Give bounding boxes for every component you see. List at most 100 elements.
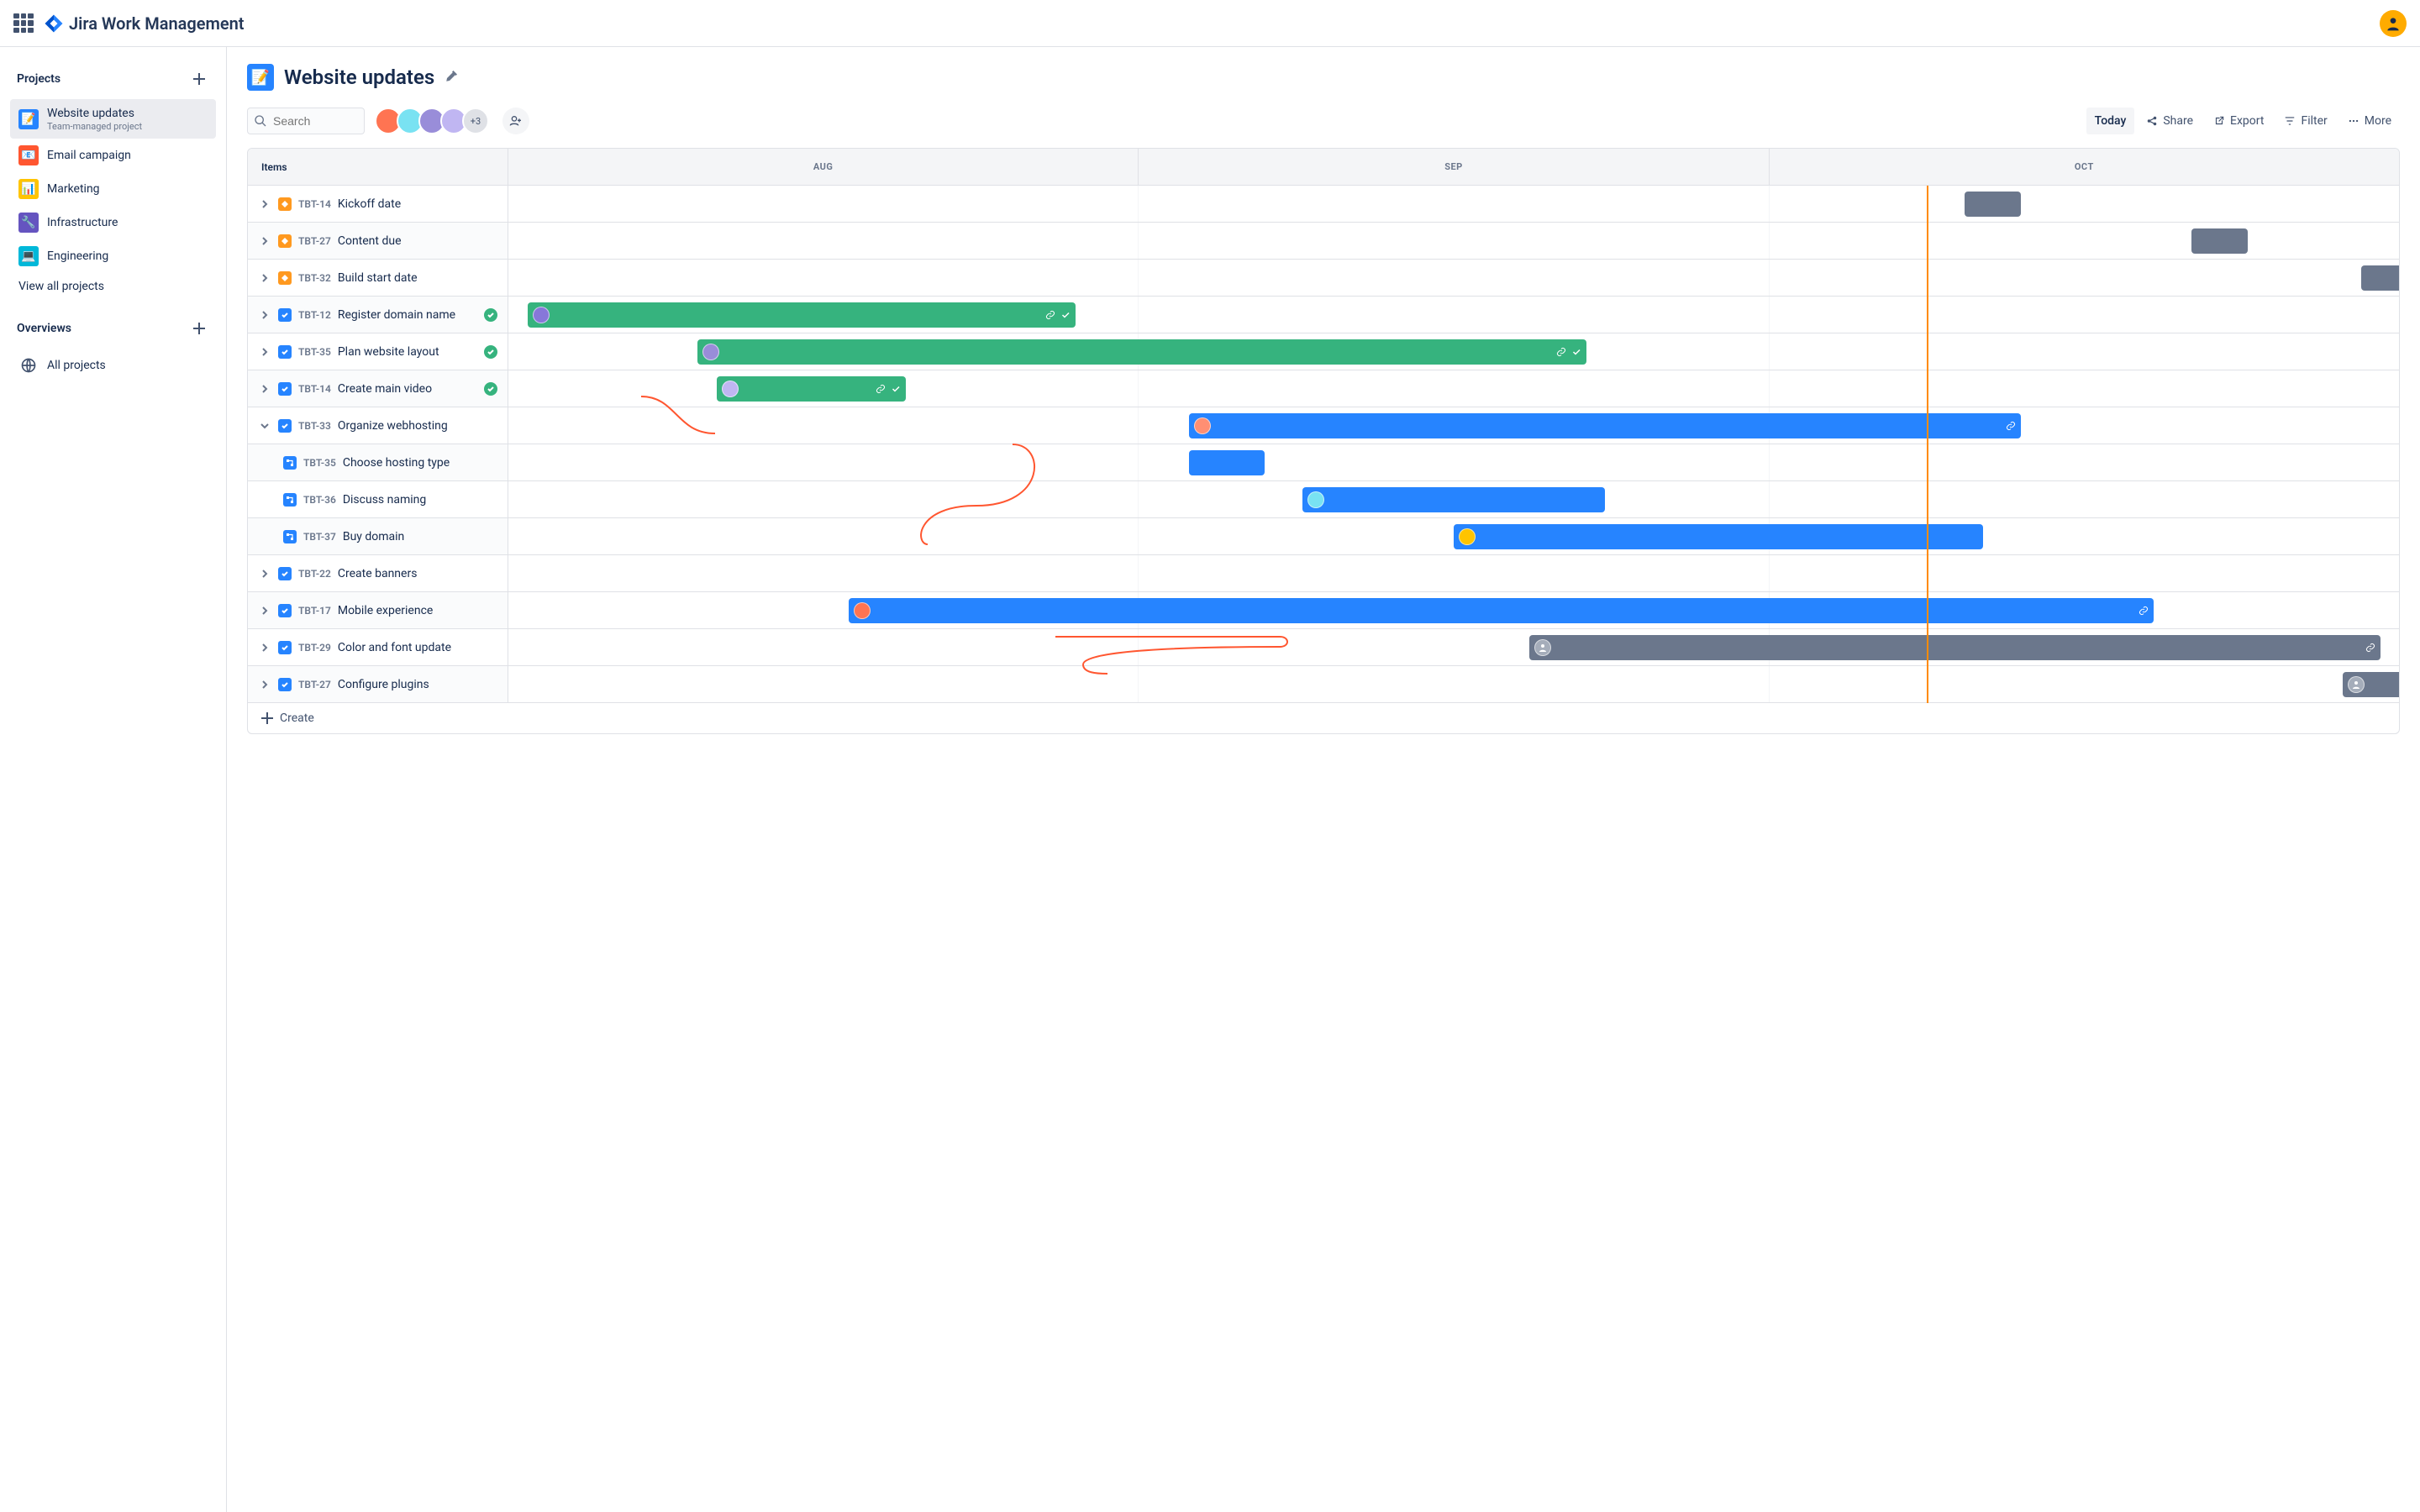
expand-toggle[interactable] — [258, 311, 271, 319]
issue-key[interactable]: TBT-37 — [303, 531, 336, 543]
more-button[interactable]: More — [2339, 108, 2400, 134]
issue-summary[interactable]: Plan website layout — [338, 345, 439, 359]
issue-summary[interactable]: Color and font update — [338, 641, 451, 654]
timeline-bar[interactable] — [528, 302, 1076, 328]
filter-button[interactable]: Filter — [2275, 108, 2335, 134]
timeline-chart-cell[interactable] — [508, 481, 2399, 517]
timeline-item-cell[interactable]: TBT-29 Color and font update — [248, 629, 508, 665]
timeline-chart-cell[interactable] — [508, 629, 2399, 665]
timeline-chart-cell[interactable] — [508, 444, 2399, 480]
issue-summary[interactable]: Mobile experience — [338, 604, 433, 617]
sidebar-item[interactable]: 💻 Engineering — [10, 239, 216, 273]
timeline-item-cell[interactable]: TBT-32 Build start date — [248, 260, 508, 296]
expand-toggle[interactable] — [258, 237, 271, 245]
expand-toggle[interactable] — [258, 570, 271, 578]
issue-key[interactable]: TBT-27 — [298, 235, 331, 247]
issue-key[interactable]: TBT-22 — [298, 568, 331, 580]
timeline-bar[interactable] — [717, 376, 906, 402]
timeline-chart-cell[interactable] — [508, 186, 2399, 222]
issue-key[interactable]: TBT-35 — [298, 346, 331, 358]
timeline-item-cell[interactable]: TBT-14 Kickoff date — [248, 186, 508, 222]
timeline-chart-cell[interactable] — [508, 260, 2399, 296]
timeline-chart-cell[interactable] — [508, 297, 2399, 333]
expand-toggle[interactable] — [258, 422, 271, 430]
assignee-filter-avatars[interactable]: +3 — [375, 108, 489, 134]
app-logo[interactable]: Jira Work Management — [44, 13, 245, 34]
issue-key[interactable]: TBT-27 — [298, 679, 331, 690]
app-switcher-icon[interactable] — [13, 13, 34, 34]
timeline-bar[interactable] — [2343, 672, 2401, 697]
issue-summary[interactable]: Create main video — [338, 382, 432, 396]
sidebar-item[interactable]: 📝 Website updatesTeam-managed project — [10, 99, 216, 139]
timeline-item-cell[interactable]: TBT-35 Choose hosting type — [248, 444, 508, 480]
timeline-bar[interactable] — [1965, 192, 2022, 217]
expand-toggle[interactable] — [258, 385, 271, 393]
timeline-item-cell[interactable]: TBT-35 Plan website layout — [248, 333, 508, 370]
timeline-bar[interactable] — [697, 339, 1586, 365]
expand-toggle[interactable] — [258, 680, 271, 689]
issue-key[interactable]: TBT-14 — [298, 198, 331, 210]
timeline-chart-cell[interactable] — [508, 666, 2399, 702]
timeline-item-cell[interactable]: TBT-36 Discuss naming — [248, 481, 508, 517]
timeline-item-cell[interactable]: TBT-17 Mobile experience — [248, 592, 508, 628]
sidebar-item-all-projects[interactable]: All projects — [10, 349, 216, 382]
timeline-item-cell[interactable]: TBT-22 Create banners — [248, 555, 508, 591]
timeline-item-cell[interactable]: TBT-14 Create main video — [248, 370, 508, 407]
sidebar-item[interactable]: 📧 Email campaign — [10, 139, 216, 172]
issue-key[interactable]: TBT-35 — [303, 457, 336, 469]
sidebar-item[interactable]: 📊 Marketing — [10, 172, 216, 206]
timeline-chart-cell[interactable] — [508, 370, 2399, 407]
profile-avatar[interactable] — [2380, 10, 2407, 37]
issue-summary[interactable]: Discuss naming — [343, 493, 426, 507]
timeline-bar[interactable] — [1454, 524, 1983, 549]
timeline-chart-cell[interactable] — [508, 333, 2399, 370]
timeline-bar[interactable] — [1302, 487, 1605, 512]
issue-key[interactable]: TBT-33 — [298, 420, 331, 432]
timeline-chart-cell[interactable] — [508, 407, 2399, 444]
issue-key[interactable]: TBT-14 — [298, 383, 331, 395]
share-button[interactable]: Share — [2138, 108, 2202, 134]
create-issue-button[interactable]: Create — [248, 703, 2399, 733]
timeline-bar[interactable] — [1189, 450, 1265, 475]
timeline-chart-cell[interactable] — [508, 555, 2399, 591]
timeline-bar[interactable] — [2191, 228, 2249, 254]
timeline-bar[interactable] — [1189, 413, 2021, 438]
timeline-item-cell[interactable]: TBT-27 Content due — [248, 223, 508, 259]
issue-summary[interactable]: Register domain name — [338, 308, 455, 322]
issue-key[interactable]: TBT-36 — [303, 494, 336, 506]
add-overview-button[interactable] — [189, 318, 209, 339]
issue-key[interactable]: TBT-17 — [298, 605, 331, 617]
avatar-overflow[interactable]: +3 — [462, 108, 489, 134]
issue-key[interactable]: TBT-29 — [298, 642, 331, 654]
issue-summary[interactable]: Choose hosting type — [343, 456, 450, 470]
issue-summary[interactable]: Kickoff date — [338, 197, 401, 211]
expand-toggle[interactable] — [258, 348, 271, 356]
issue-key[interactable]: TBT-32 — [298, 272, 331, 284]
today-button[interactable]: Today — [2086, 108, 2135, 134]
expand-toggle[interactable] — [258, 606, 271, 615]
expand-toggle[interactable] — [258, 643, 271, 652]
issue-summary[interactable]: Build start date — [338, 271, 418, 285]
issue-summary[interactable]: Content due — [338, 234, 402, 248]
timeline-chart-cell[interactable] — [508, 518, 2399, 554]
timeline-item-cell[interactable]: TBT-27 Configure plugins — [248, 666, 508, 702]
timeline-chart-cell[interactable] — [508, 592, 2399, 628]
timeline-chart-cell[interactable] — [508, 223, 2399, 259]
add-project-button[interactable] — [189, 69, 209, 89]
timeline-item-cell[interactable]: TBT-37 Buy domain — [248, 518, 508, 554]
timeline-bar[interactable] — [2361, 265, 2400, 291]
issue-summary[interactable]: Buy domain — [343, 530, 404, 543]
timeline-item-cell[interactable]: TBT-33 Organize webhosting — [248, 407, 508, 444]
expand-toggle[interactable] — [258, 200, 271, 208]
issue-summary[interactable]: Create banners — [338, 567, 418, 580]
expand-toggle[interactable] — [258, 274, 271, 282]
add-people-button[interactable] — [502, 108, 529, 134]
timeline-item-cell[interactable]: TBT-12 Register domain name — [248, 297, 508, 333]
export-button[interactable]: Export — [2205, 108, 2272, 134]
edit-title-icon[interactable] — [445, 68, 460, 87]
view-all-projects-link[interactable]: View all projects — [10, 273, 216, 300]
issue-summary[interactable]: Organize webhosting — [338, 419, 448, 433]
issue-summary[interactable]: Configure plugins — [338, 678, 429, 691]
issue-key[interactable]: TBT-12 — [298, 309, 331, 321]
timeline-bar[interactable] — [1529, 635, 2381, 660]
